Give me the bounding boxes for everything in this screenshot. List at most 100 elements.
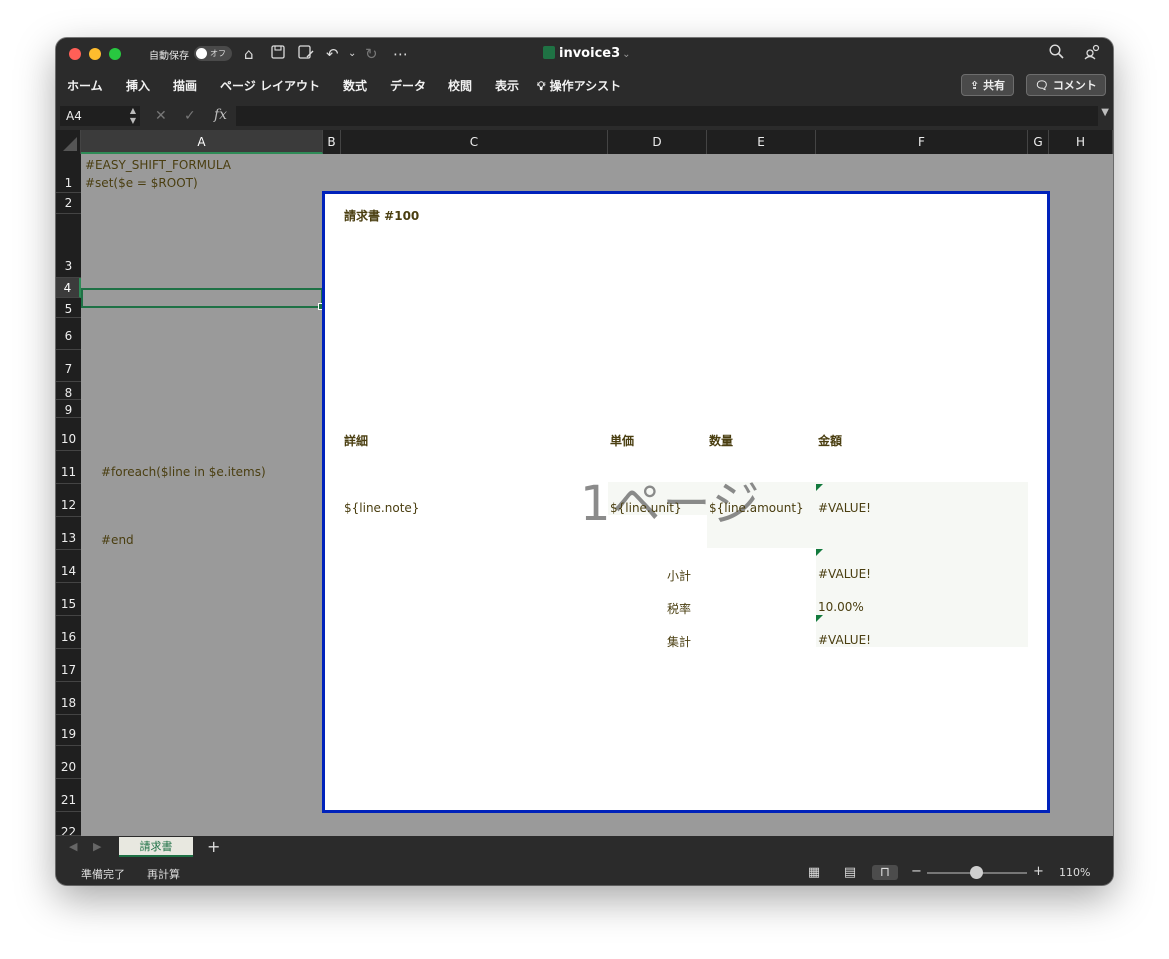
check-icon[interactable]: ✓	[184, 106, 196, 126]
row-header[interactable]: 9	[56, 400, 81, 418]
zoom-in-button[interactable]: +	[1033, 864, 1044, 879]
tell-me-assist[interactable]: 💡︎ 操作アシスト	[537, 77, 621, 94]
cell-a1-line2[interactable]: #set($e = $ROOT)	[85, 176, 198, 190]
subtotal-value[interactable]: #VALUE!	[818, 567, 871, 581]
status-recalculate[interactable]: 再計算	[147, 866, 180, 882]
row-header[interactable]: 7	[56, 350, 81, 382]
page-break-preview-icon[interactable]: ⊓	[872, 865, 898, 880]
cell-a13[interactable]: #end	[101, 533, 134, 547]
autosave-toggle[interactable]: オフ	[194, 46, 232, 61]
column-header-f[interactable]: F	[816, 130, 1028, 154]
formula-input[interactable]	[236, 106, 1098, 126]
subtotal-label[interactable]: 小計	[667, 567, 691, 584]
error-indicator-icon[interactable]	[816, 549, 823, 556]
tab-formulas[interactable]: 数式	[343, 77, 367, 94]
tab-page-layout[interactable]: ページ レイアウト	[220, 77, 320, 94]
tab-home[interactable]: ホーム	[67, 77, 103, 94]
share-button[interactable]: ⇪ 共有	[961, 74, 1015, 96]
header-amount[interactable]: 金額	[818, 432, 842, 449]
add-sheet-button[interactable]: +	[207, 837, 220, 857]
row-header[interactable]: 18	[56, 682, 81, 715]
active-cell-a4[interactable]	[81, 288, 325, 310]
row-header[interactable]: 2	[56, 193, 81, 214]
tax-rate-label[interactable]: 税率	[667, 600, 691, 617]
share-person-icon[interactable]	[1084, 44, 1100, 65]
home-icon[interactable]: ⌂	[244, 44, 254, 64]
tab-view[interactable]: 表示	[495, 77, 519, 94]
select-all-button[interactable]	[56, 130, 81, 154]
next-sheet-icon[interactable]: ▶	[93, 840, 101, 853]
error-indicator-icon[interactable]	[816, 615, 823, 622]
zoom-level[interactable]: 110%	[1059, 866, 1090, 879]
row-header[interactable]: 17	[56, 649, 81, 682]
sheet-tab-invoice[interactable]: 請求書	[119, 837, 193, 857]
zoom-window-button[interactable]	[109, 48, 121, 60]
comments-button[interactable]: 🗨︎ コメント	[1026, 74, 1106, 96]
tab-insert[interactable]: 挿入	[126, 77, 150, 94]
name-box[interactable]: A4 ▲ ▼	[60, 106, 140, 126]
document-title[interactable]: invoice3 ⌄	[543, 46, 631, 61]
print-page[interactable]: 請求書 #100 詳細 単価 数量 金額 1ページ ${line.note} $…	[322, 191, 1050, 813]
total-value[interactable]: #VALUE!	[818, 633, 871, 647]
zoom-slider-thumb[interactable]	[970, 866, 983, 879]
tab-review[interactable]: 校閲	[448, 77, 472, 94]
stepper-icon[interactable]: ▲ ▼	[130, 106, 136, 126]
row-header[interactable]: 4	[56, 278, 81, 298]
row-header[interactable]: 16	[56, 616, 81, 649]
prev-sheet-icon[interactable]: ◀	[69, 840, 77, 853]
zoom-out-button[interactable]: −	[911, 864, 922, 879]
row-header[interactable]: 8	[56, 382, 81, 400]
row-header[interactable]: 1	[56, 154, 81, 193]
header-detail[interactable]: 詳細	[344, 432, 368, 449]
header-quantity[interactable]: 数量	[709, 432, 733, 449]
header-unit-price[interactable]: 単価	[610, 432, 634, 449]
tab-data[interactable]: データ	[390, 77, 426, 94]
row-header[interactable]: 3	[56, 214, 81, 278]
row-header[interactable]: 10	[56, 418, 81, 451]
cancel-icon[interactable]: ✕	[155, 106, 167, 126]
cell-a1-line1[interactable]: #EASY_SHIFT_FORMULA	[85, 158, 231, 172]
row-header[interactable]: 22	[56, 812, 81, 836]
row-header[interactable]: 11	[56, 451, 81, 484]
column-header-g[interactable]: G	[1028, 130, 1049, 154]
row-header[interactable]: 6	[56, 318, 81, 350]
save-as-icon[interactable]	[298, 44, 314, 64]
row-header[interactable]: 5	[56, 298, 81, 318]
column-header-h[interactable]: H	[1049, 130, 1113, 154]
row-header[interactable]: 13	[56, 517, 81, 550]
chevron-down-icon[interactable]: ⌄	[348, 44, 356, 64]
cell-d12[interactable]: ${line.unit}	[610, 501, 682, 515]
save-icon[interactable]	[271, 44, 285, 64]
error-indicator-icon[interactable]	[816, 484, 823, 491]
worksheet-grid[interactable]: A B C D E F G H 1 2 3 4 5 6 7 8 9 10 11 …	[56, 130, 1113, 836]
column-header-c[interactable]: C	[341, 130, 608, 154]
cell-a11[interactable]: #foreach($line in $e.items)	[101, 465, 266, 479]
undo-icon[interactable]: ↶	[326, 44, 339, 64]
invoice-title[interactable]: 請求書 #100	[344, 207, 419, 224]
minimize-window-button[interactable]	[89, 48, 101, 60]
row-header[interactable]: 21	[56, 779, 81, 812]
column-header-b[interactable]: B	[323, 130, 341, 154]
cell-e12[interactable]: ${line.amount}	[709, 501, 804, 515]
cell-c12[interactable]: ${line.note}	[344, 501, 419, 515]
row-header[interactable]: 15	[56, 583, 81, 616]
column-header-e[interactable]: E	[707, 130, 816, 154]
row-header[interactable]: 12	[56, 484, 81, 517]
row-header[interactable]: 19	[56, 715, 81, 746]
redo-icon[interactable]: ↻	[365, 44, 378, 64]
insert-function-icon[interactable]: fx	[214, 105, 227, 125]
expand-formula-icon[interactable]: ▼	[1101, 107, 1109, 118]
total-label[interactable]: 集計	[667, 633, 691, 650]
column-header-a[interactable]: A	[81, 130, 323, 154]
cell-f12[interactable]: #VALUE!	[818, 501, 871, 515]
search-icon[interactable]	[1049, 44, 1064, 64]
close-window-button[interactable]	[69, 48, 81, 60]
row-header[interactable]: 20	[56, 746, 81, 779]
column-header-d[interactable]: D	[608, 130, 707, 154]
normal-view-icon[interactable]: ▦	[806, 865, 822, 880]
tax-rate-value[interactable]: 10.00%	[818, 600, 864, 614]
page-layout-view-icon[interactable]: ▤	[842, 865, 858, 880]
tab-draw[interactable]: 描画	[173, 77, 197, 94]
row-header[interactable]: 14	[56, 550, 81, 583]
more-icon[interactable]: ⋯	[393, 44, 408, 64]
